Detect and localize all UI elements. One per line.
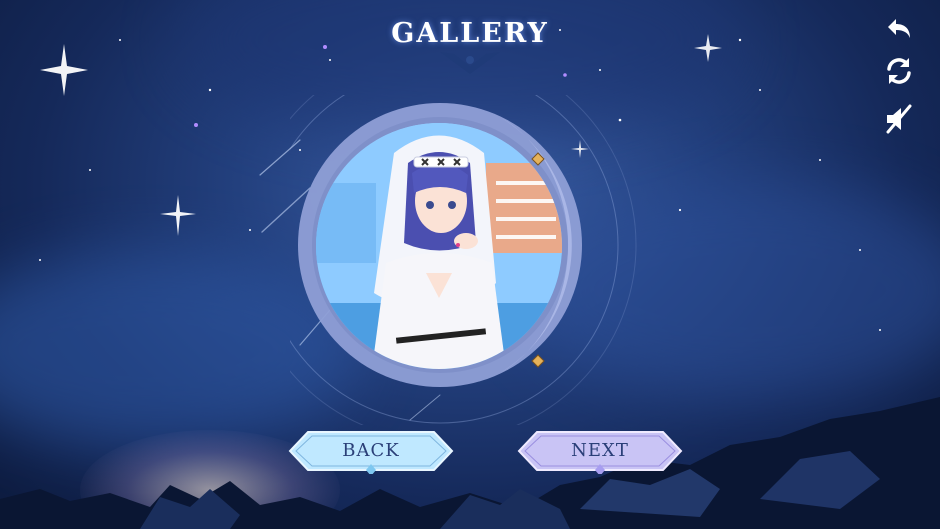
back-arrow-icon[interactable] bbox=[882, 14, 916, 48]
refresh-icon[interactable] bbox=[882, 54, 916, 88]
back-button-label: BACK bbox=[342, 440, 400, 461]
gallery-frame bbox=[290, 95, 670, 425]
back-button[interactable]: BACK bbox=[286, 428, 456, 474]
page-title: GALLERY bbox=[391, 18, 549, 49]
next-button-label: NEXT bbox=[571, 440, 629, 461]
mute-icon[interactable] bbox=[882, 102, 916, 136]
gallery-portrait[interactable] bbox=[316, 123, 562, 369]
character-illustration bbox=[316, 123, 562, 369]
next-button[interactable]: NEXT bbox=[515, 428, 685, 474]
title-ornament bbox=[440, 52, 500, 74]
